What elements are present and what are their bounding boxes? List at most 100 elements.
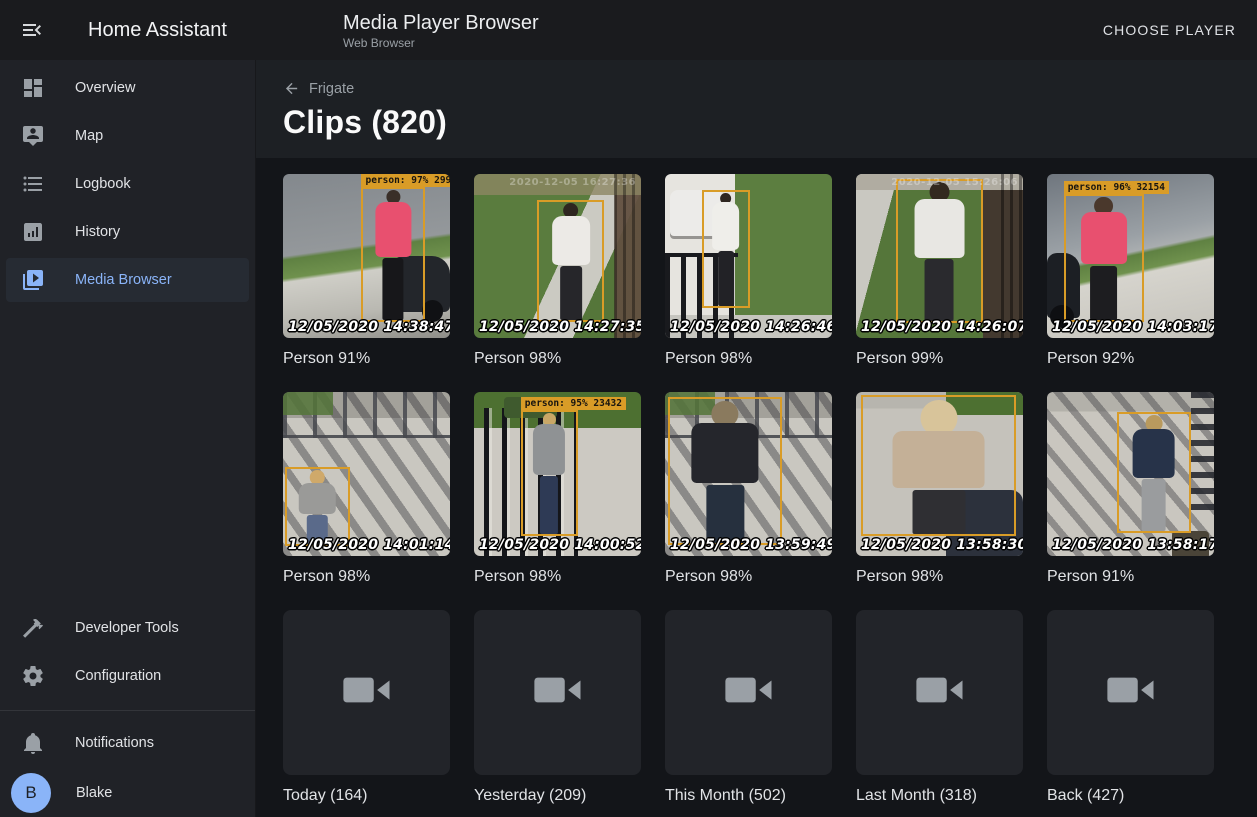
media-browser-header: Media Player Browser Web Browser CHOOSE … (256, 0, 1257, 60)
clip-timestamp: 12/05/2020 14:26:46 (670, 319, 832, 335)
play-box-multiple-icon (21, 268, 45, 292)
page-title: Clips (820) (283, 104, 1257, 141)
folder-label: Back (427) (1047, 787, 1214, 805)
folder-tile-today-164-[interactable]: Today (164) (283, 610, 450, 805)
app-bar: Home Assistant Media Player Browser Web … (0, 0, 1257, 60)
folder-label: This Month (502) (665, 787, 832, 805)
clip-label: Person 99% (856, 350, 1023, 368)
person-silhouette-part (383, 258, 404, 320)
clip-label: Person 98% (474, 350, 641, 368)
clip-label: Person 92% (1047, 350, 1214, 368)
sidebar-item-label: History (75, 224, 120, 240)
camera-osd-timestamp: 2020-12-05 15:26:06 (891, 177, 1018, 188)
clip-thumbnail: 12/05/2020 14:01:14 (283, 392, 450, 556)
detection-bbox (861, 395, 1016, 536)
clip-tile[interactable]: person: 97% 2998812/05/2020 14:38:47Pers… (283, 174, 450, 368)
videocam-icon (340, 672, 394, 713)
sidebar-item-user[interactable]: B Blake (6, 769, 249, 817)
person-silhouette-part (1133, 429, 1175, 478)
clip-label: Person 91% (283, 350, 450, 368)
folder-thumbnail (856, 610, 1023, 775)
clip-tile[interactable]: 12/05/2020 13:58:30Person 98% (856, 392, 1023, 586)
person-silhouette (908, 181, 971, 321)
sidebar-item-history[interactable]: History (6, 210, 249, 254)
sidebar-item-label: Configuration (75, 668, 161, 684)
clip-tile[interactable]: 2020-12-05 15:26:06 12/05/2020 14:26:07 Pe… (856, 174, 1023, 368)
detection-bbox (702, 190, 750, 308)
folder-tile-back-427-[interactable]: Back (427) (1047, 610, 1214, 805)
clip-timestamp: 12/05/2020 14:00:52 (479, 537, 641, 553)
content-pane: Frigate Clips (820) person: 97% 2998812/… (256, 60, 1257, 817)
person-silhouette-part (692, 423, 759, 483)
person-silhouette-part (560, 266, 582, 319)
clip-label: Person 91% (1047, 568, 1214, 586)
clip-thumbnail: person: 95% 23432 12/05/2020 14:00:52 (474, 392, 641, 556)
format-list-bulleted-icon (21, 172, 45, 196)
clip-tile[interactable]: 2020-12-05 16:27:3612/05/2020 14:27:35 Pe… (474, 174, 641, 368)
folder-tile-last-month-318-[interactable]: Last Month (318) (856, 610, 1023, 805)
clip-tile[interactable]: 12/05/2020 14:26:46 Person 98% (665, 174, 832, 368)
sidebar-item-logbook[interactable]: Logbook (6, 162, 249, 206)
clip-timestamp: 12/05/2020 13:59:49 (670, 537, 832, 553)
breadcrumb-label: Frigate (309, 81, 354, 97)
folder-thumbnail (665, 610, 832, 775)
media-titles: Media Player Browser Web Browser (343, 11, 539, 50)
clip-thumbnail: 12/05/2020 13:58:30 (856, 392, 1023, 556)
detection-label: person: 95% 23432 (521, 397, 626, 410)
clip-tile[interactable]: person: 95% 2343212/05/2020 14:00:52Pers… (474, 392, 641, 586)
person-silhouette (294, 469, 340, 544)
sidebar-item-label: Developer Tools (75, 620, 179, 636)
clip-tile[interactable]: 12/05/2020 13:59:49Person 98% (665, 392, 832, 586)
scene-prop (283, 392, 333, 415)
sidebar-item-label: Logbook (75, 176, 131, 192)
clip-thumbnail: 2020-12-05 16:27:3612/05/2020 14:27:35 (474, 174, 641, 338)
videocam-icon (913, 672, 967, 713)
arrow-left-icon (283, 80, 300, 97)
detection-bbox (896, 179, 983, 323)
person-silhouette-part (893, 431, 985, 489)
person-silhouette-part (552, 216, 590, 265)
folder-thumbnail (474, 610, 641, 775)
clip-tile[interactable]: person: 96% 3215412/05/2020 14:03:17 Pers… (1047, 174, 1214, 368)
person-silhouette-part (718, 251, 734, 307)
sidebar-divider (0, 710, 255, 711)
folder-label: Last Month (318) (856, 787, 1023, 805)
sidebar-spacer (6, 306, 249, 606)
sidebar-item-label: Notifications (75, 735, 154, 751)
person-silhouette (529, 412, 569, 534)
chart-box-icon (21, 220, 45, 244)
sidebar-item-notifications[interactable]: Notifications (6, 721, 249, 765)
user-name: Blake (76, 785, 112, 801)
folder-tile-this-month-502-[interactable]: This Month (502) (665, 610, 832, 805)
sidebar-item-overview[interactable]: Overview (6, 66, 249, 110)
person-silhouette-part (925, 259, 954, 321)
detection-label: person: 97% 29988 (361, 174, 450, 187)
sidebar: OverviewMap Logbook History Media Browser D… (0, 60, 256, 817)
person-silhouette (709, 192, 743, 306)
person-silhouette-part (299, 483, 336, 514)
media-player-browser-title: Media Player Browser (343, 11, 539, 35)
clip-thumbnail: 12/05/2020 13:58:17 (1047, 392, 1214, 556)
sidebar-item-developer-tools[interactable]: Developer Tools (6, 606, 249, 650)
sidebar-item-map[interactable]: Map (6, 114, 249, 158)
person-silhouette-part (1090, 266, 1117, 320)
clip-thumbnail: person: 96% 3215412/05/2020 14:03:17 (1047, 174, 1214, 338)
bell-icon (21, 731, 45, 755)
person-silhouette-part (1142, 479, 1166, 531)
detection-bbox (1117, 412, 1190, 533)
clip-tile[interactable]: 12/05/2020 13:58:17 Person 91% (1047, 392, 1214, 586)
clip-timestamp: 12/05/2020 14:27:35 (479, 319, 641, 335)
folder-label: Yesterday (209) (474, 787, 641, 805)
clip-label: Person 98% (665, 350, 832, 368)
detection-bbox (1064, 194, 1144, 322)
folder-tile-yesterday-209-[interactable]: Yesterday (209) (474, 610, 641, 805)
clip-tile[interactable]: 12/05/2020 14:01:14Person 98% (283, 392, 450, 586)
menu-open-icon[interactable] (20, 18, 44, 42)
sidebar-item-media-browser[interactable]: Media Browser (6, 258, 249, 302)
choose-player-button[interactable]: CHOOSE PLAYER (1095, 14, 1244, 46)
sidebar-item-configuration[interactable]: Configuration (6, 654, 249, 698)
media-grid-scroll[interactable]: person: 97% 2998812/05/2020 14:38:47Pers… (256, 158, 1257, 817)
clip-timestamp: 12/05/2020 14:26:07 (861, 319, 1023, 335)
person-silhouette (1075, 196, 1133, 320)
breadcrumb[interactable]: Frigate (283, 80, 354, 97)
